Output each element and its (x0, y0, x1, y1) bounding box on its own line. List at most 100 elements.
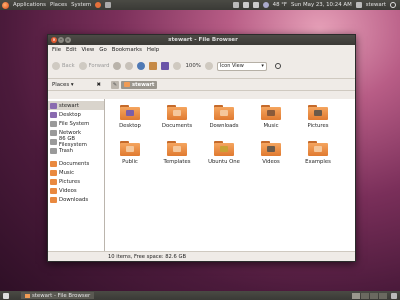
computer-icon[interactable] (161, 62, 170, 70)
user-menu[interactable]: stewart (366, 2, 386, 8)
show-desktop-icon[interactable] (3, 292, 9, 299)
workspace-2[interactable] (361, 292, 369, 299)
workspace-switcher[interactable] (352, 292, 391, 299)
taskbar-item-file-browser[interactable]: stewart - File Browser (21, 292, 95, 299)
folder-icon (214, 141, 234, 156)
sidebar-item-label: Pictures (59, 178, 80, 185)
menu-places[interactable]: Places (50, 2, 67, 8)
file-label: Documents (161, 123, 193, 129)
file-item-desktop[interactable]: Desktop (105, 105, 155, 129)
file-item-ubuntu-one[interactable]: Ubuntu One (199, 141, 249, 165)
reload-icon[interactable] (137, 62, 146, 70)
volume-icon[interactable] (252, 2, 259, 8)
file-label: Pictures (307, 123, 329, 129)
sidebar-item-86-gb-filesystem[interactable]: 86 GB Filesystem (48, 135, 104, 148)
breadcrumb[interactable]: stewart (121, 80, 158, 89)
file-label: Examples (305, 159, 331, 165)
menu-bookmarks[interactable]: Bookmarks (112, 47, 142, 53)
ubuntu-logo-icon[interactable] (2, 1, 9, 9)
sidebar-item-label: Downloads (59, 196, 89, 203)
clock[interactable]: Sun May 23, 10:24 AM (291, 2, 352, 8)
file-item-videos[interactable]: Videos (246, 141, 296, 165)
menu-system[interactable]: System (71, 2, 91, 8)
up-icon[interactable] (113, 62, 122, 70)
file-label: Ubuntu One (208, 159, 240, 165)
file-item-templates[interactable]: Templates (152, 141, 202, 165)
taskbar-label: stewart - File Browser (32, 292, 91, 299)
file-item-pictures[interactable]: Pictures (293, 105, 343, 129)
folder-icon (167, 105, 187, 120)
menu-view[interactable]: View (81, 47, 94, 53)
sidebar-item-file-system[interactable]: File System (48, 119, 104, 128)
file-item-downloads[interactable]: Downloads (199, 105, 249, 129)
zoom-in-icon[interactable] (204, 62, 213, 70)
drive-icon (50, 138, 57, 145)
folder-icon (120, 141, 140, 156)
home-icon[interactable] (149, 62, 158, 70)
menu-go[interactable]: Go (99, 47, 106, 53)
sidebar-item-label: 86 GB Filesystem (58, 135, 87, 148)
trash-icon[interactable] (391, 292, 397, 299)
workspace-3[interactable] (370, 292, 378, 299)
chevron-down-icon: ▾ (261, 63, 264, 69)
file-label: Public (122, 159, 138, 165)
file-item-examples[interactable]: Examples (293, 141, 343, 165)
help-icon[interactable] (105, 2, 112, 8)
home-icon (50, 102, 57, 109)
file-item-documents[interactable]: Documents (152, 105, 202, 129)
folder-icon (120, 105, 140, 120)
file-area[interactable]: Desktop Documents Downloads Music Pictures Pu… (105, 99, 355, 252)
sidebar-item-documents[interactable]: Documents (48, 159, 104, 168)
weather-icon (262, 2, 269, 8)
close-icon[interactable]: × (51, 37, 57, 43)
places-header[interactable]: Places ▾ ✖ (48, 82, 105, 88)
minimize-icon[interactable]: – (58, 37, 64, 43)
file-item-public[interactable]: Public (105, 141, 155, 165)
back-label: Back (62, 63, 75, 69)
sidebar-item-pictures[interactable]: Pictures (48, 177, 104, 186)
folder-icon (25, 293, 30, 298)
sidebar-item-downloads[interactable]: Downloads (48, 195, 104, 204)
sidebar-item-videos[interactable]: Videos (48, 186, 104, 195)
home-folder-icon (124, 82, 130, 87)
folder-icon (261, 141, 281, 156)
menu-edit[interactable]: Edit (66, 47, 76, 53)
places-sidebar: stewart Desktop File System Network 86 GB Fi… (48, 99, 105, 252)
search-icon[interactable] (274, 63, 281, 69)
close-sidebar-icon[interactable]: ✖ (96, 82, 101, 88)
file-label: Desktop (119, 123, 141, 129)
stop-icon[interactable] (125, 62, 134, 70)
sidebar-item-stewart[interactable]: stewart (48, 101, 104, 110)
workspace-4[interactable] (379, 292, 387, 299)
workspace-1[interactable] (352, 292, 360, 299)
sidebar-item-label: File System (59, 120, 90, 127)
file-item-music[interactable]: Music (246, 105, 296, 129)
power-icon[interactable] (390, 2, 396, 8)
places-label[interactable]: Places ▾ (52, 82, 74, 88)
temperature[interactable]: 48 °F (273, 2, 287, 8)
toggle-location-button[interactable]: ✎ (111, 80, 119, 89)
menu-file[interactable]: File (52, 47, 61, 53)
forward-button[interactable]: Forward (78, 62, 110, 70)
file-label: Downloads (209, 123, 239, 129)
forward-label: Forward (88, 63, 110, 69)
firefox-icon[interactable] (95, 2, 102, 8)
menubar: File Edit View Go Bookmarks Help (48, 45, 355, 54)
menu-help[interactable]: Help (147, 47, 159, 53)
network-icon[interactable] (242, 2, 249, 8)
status-bar: 10 items, Free space: 82.6 GB (48, 251, 355, 261)
title-bar[interactable]: × – ▫ stewart - File Browser (48, 35, 355, 45)
zoom-out-icon[interactable] (173, 62, 182, 70)
menu-applications[interactable]: Applications (13, 2, 46, 8)
zoom-level: 100% (185, 63, 201, 69)
view-mode-select[interactable]: Icon View ▾ (216, 61, 267, 71)
sidebar-item-music[interactable]: Music (48, 168, 104, 177)
trash-icon (50, 147, 57, 154)
mail-icon[interactable] (232, 2, 239, 8)
arrow-left-icon (52, 62, 60, 70)
location-bar: Places ▾ ✖ ✎ stewart (48, 79, 355, 91)
folder-icon (308, 141, 328, 156)
folder-icon (50, 169, 57, 176)
back-button[interactable]: Back (52, 62, 75, 70)
sidebar-item-desktop[interactable]: Desktop (48, 110, 104, 119)
